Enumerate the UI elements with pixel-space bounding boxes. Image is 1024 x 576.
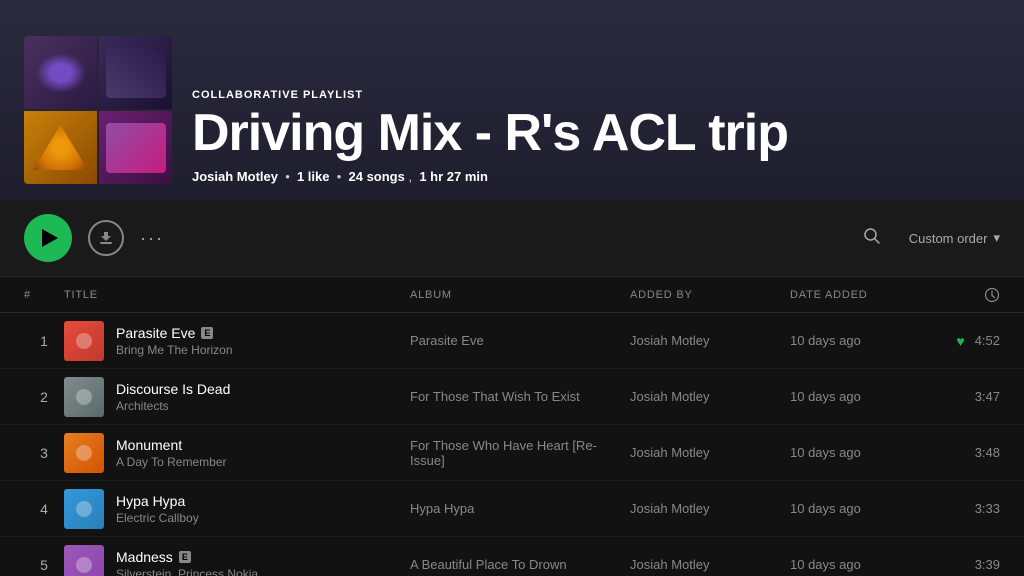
track-added-by: Josiah Motley: [630, 445, 790, 460]
search-icon-button[interactable]: [863, 227, 881, 250]
track-row[interactable]: 2 Discourse Is Dead Architects For Those…: [0, 369, 1024, 425]
track-added-by: Josiah Motley: [630, 333, 790, 348]
hero-info: COLLABORATIVE PLAYLIST Driving Mix - R's…: [192, 89, 1000, 184]
playlist-cover-grid: [24, 36, 172, 184]
track-thumbnail: [64, 377, 104, 417]
track-duration: 3:48: [940, 445, 1000, 460]
explicit-badge: E: [201, 327, 213, 339]
track-added-by: Josiah Motley: [630, 501, 790, 516]
playlist-author: Josiah Motley: [192, 169, 278, 184]
hero-section: COLLABORATIVE PLAYLIST Driving Mix - R's…: [0, 0, 1024, 200]
track-info: Monument A Day To Remember: [64, 433, 410, 473]
play-button[interactable]: [24, 214, 72, 262]
playlist-likes: 1 like: [297, 169, 330, 184]
track-number: 2: [24, 389, 64, 405]
track-thumbnail: [64, 489, 104, 529]
track-title-block: Parasite Eve E Bring Me The Horizon: [116, 325, 233, 357]
track-row[interactable]: 1 Parasite Eve E Bring Me The Horizon Pa…: [0, 313, 1024, 369]
track-duration: ♥ 4:52: [940, 333, 1000, 349]
track-album: For Those Who Have Heart [Re-Issue]: [410, 438, 630, 468]
track-title-block: Monument A Day To Remember: [116, 437, 227, 469]
playlist-duration: 1 hr 27 min: [419, 169, 488, 184]
track-album: Hypa Hypa: [410, 501, 630, 516]
track-artist: Silverstein, Princess Nokia: [116, 567, 258, 576]
download-button[interactable]: [88, 220, 124, 256]
track-number: 1: [24, 333, 64, 349]
track-date-added: 10 days ago: [790, 389, 940, 404]
playlist-type-label: COLLABORATIVE PLAYLIST: [192, 89, 1000, 101]
track-artist: Electric Callboy: [116, 511, 199, 525]
track-name: Hypa Hypa: [116, 493, 199, 509]
duration-value: 3:47: [975, 389, 1000, 404]
track-name: Madness E: [116, 549, 258, 565]
controls-bar: ··· Custom order ▾: [0, 200, 1024, 277]
track-date-added: 10 days ago: [790, 333, 940, 348]
col-album: ALBUM: [410, 289, 630, 301]
track-date-added: 10 days ago: [790, 557, 940, 572]
track-info: Hypa Hypa Electric Callboy: [64, 489, 410, 529]
track-list: # TITLE ALBUM ADDED BY DATE ADDED 1: [0, 277, 1024, 576]
album-cell-3: [24, 111, 97, 184]
duration-value: 3:48: [975, 445, 1000, 460]
tracks-container: 1 Parasite Eve E Bring Me The Horizon Pa…: [0, 313, 1024, 576]
track-info: Parasite Eve E Bring Me The Horizon: [64, 321, 410, 361]
track-number: 5: [24, 557, 64, 573]
playlist-title: Driving Mix - R's ACL trip: [192, 107, 1000, 159]
explicit-badge: E: [179, 551, 191, 563]
album-cell-2: [99, 36, 172, 109]
track-info: Discourse Is Dead Architects: [64, 377, 410, 417]
track-title-block: Discourse Is Dead Architects: [116, 381, 230, 413]
track-date-added: 10 days ago: [790, 445, 940, 460]
col-duration: [940, 287, 1000, 303]
track-info: Madness E Silverstein, Princess Nokia: [64, 545, 410, 576]
track-row[interactable]: 5 Madness E Silverstein, Princess Nokia …: [0, 537, 1024, 576]
duration-value: 3:39: [975, 557, 1000, 572]
track-added-by: Josiah Motley: [630, 389, 790, 404]
track-date-added: 10 days ago: [790, 501, 940, 516]
col-date: DATE ADDED: [790, 289, 940, 301]
playlist-meta: Josiah Motley • 1 like • 24 songs , 1 hr…: [192, 169, 1000, 184]
track-row[interactable]: 4 Hypa Hypa Electric Callboy Hypa Hypa J…: [0, 481, 1024, 537]
track-duration: 3:47: [940, 389, 1000, 404]
album-cell-1: [24, 36, 97, 109]
liked-icon: ♥: [956, 333, 964, 349]
track-name: Discourse Is Dead: [116, 381, 230, 397]
track-artist: Architects: [116, 399, 230, 413]
track-name: Monument: [116, 437, 227, 453]
sort-label: Custom order: [909, 231, 988, 246]
track-artist: Bring Me The Horizon: [116, 343, 233, 357]
more-options-button[interactable]: ···: [140, 228, 164, 249]
track-thumbnail: [64, 321, 104, 361]
track-added-by: Josiah Motley: [630, 557, 790, 572]
col-added-by: ADDED BY: [630, 289, 790, 301]
track-title-block: Madness E Silverstein, Princess Nokia: [116, 549, 258, 576]
track-number: 4: [24, 501, 64, 517]
track-thumbnail: [64, 433, 104, 473]
track-name: Parasite Eve E: [116, 325, 233, 341]
main-container: COLLABORATIVE PLAYLIST Driving Mix - R's…: [0, 0, 1024, 576]
duration-value: 3:33: [975, 501, 1000, 516]
track-number: 3: [24, 445, 64, 461]
track-title-block: Hypa Hypa Electric Callboy: [116, 493, 199, 525]
col-title: TITLE: [64, 289, 410, 301]
track-thumbnail: [64, 545, 104, 576]
track-album: A Beautiful Place To Drown: [410, 557, 630, 572]
track-artist: A Day To Remember: [116, 455, 227, 469]
duration-value: 4:52: [975, 333, 1000, 348]
track-album: For Those That Wish To Exist: [410, 389, 630, 404]
album-cell-4: [99, 111, 172, 184]
col-num: #: [24, 289, 64, 301]
track-album: Parasite Eve: [410, 333, 630, 348]
sort-arrow: ▾: [993, 230, 1000, 246]
track-duration: 3:39: [940, 557, 1000, 572]
track-row[interactable]: 3 Monument A Day To Remember For Those W…: [0, 425, 1024, 481]
track-list-header: # TITLE ALBUM ADDED BY DATE ADDED: [0, 277, 1024, 313]
playlist-songs: 24 songs: [349, 169, 405, 184]
sort-order-button[interactable]: Custom order ▾: [909, 230, 1000, 246]
track-duration: 3:33: [940, 501, 1000, 516]
